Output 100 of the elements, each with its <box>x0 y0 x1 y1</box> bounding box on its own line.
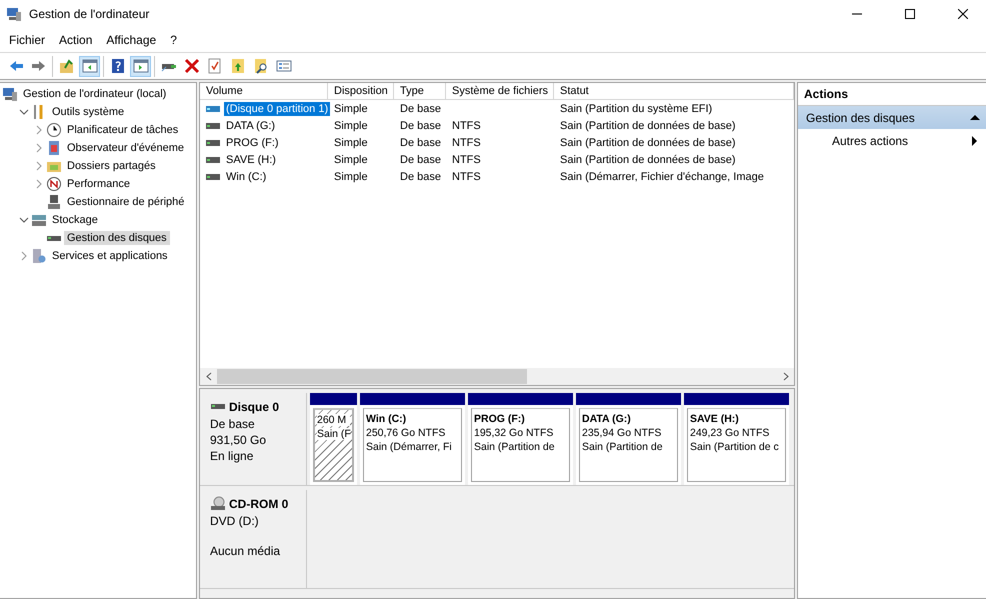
table-cell-text: De base <box>399 136 442 150</box>
triangle-up-icon <box>970 113 980 122</box>
partition-size: 235,94 Go NTFS <box>582 427 662 439</box>
table-cell[interactable]: DATA (G:) <box>224 118 278 132</box>
table-cell-text: Sain (Partition de données de base) <box>559 136 737 150</box>
partition-header-bar <box>310 393 357 405</box>
disk-status: Aucun média <box>210 544 282 558</box>
tree-item[interactable]: Services et applications <box>49 249 171 263</box>
table-cell-text: De base <box>399 118 442 134</box>
window-title: Gestion de l'ordinateur <box>29 7 150 21</box>
menu-item[interactable]: Fichier <box>2 29 52 51</box>
folder-up-icon <box>58 58 74 74</box>
table-cell[interactable]: PROG (F:) <box>224 136 281 150</box>
partition-name: PROG (F:) <box>474 413 526 425</box>
table-cell-text: Simple <box>333 118 369 134</box>
table-cell-text: Sain (Partition du système EFI) <box>559 102 714 116</box>
storage-icon <box>31 212 47 228</box>
tree-item[interactable]: Stockage <box>49 213 101 227</box>
partition-status: Sain (F <box>317 428 350 440</box>
table-cell-text: NTFS <box>451 152 482 168</box>
column-header[interactable]: Statut <box>554 83 794 100</box>
tree-item[interactable]: Observateur d'événeme <box>64 141 188 155</box>
disk-name: Disque 0 <box>210 399 306 415</box>
pane-toggle-icon <box>132 58 148 74</box>
disk-detail: De base <box>210 417 256 431</box>
partition-size: 260 M <box>317 414 350 426</box>
tree-item[interactable]: Gestion de l'ordinateur (local) <box>20 87 170 101</box>
partition-block[interactable]: DATA (G:) 235,94 Go NTFS Sain (Partition de <box>576 393 681 485</box>
menu-item[interactable]: ? <box>163 29 184 51</box>
table-cell-text: Simple <box>333 170 369 184</box>
clock-icon <box>46 122 62 138</box>
close-icon <box>958 9 968 19</box>
partition-block[interactable]: 260 M Sain (F <box>310 393 357 485</box>
action-section-header[interactable]: Gestion des disques <box>798 106 986 129</box>
scroll-right-icon <box>782 372 790 381</box>
partition-block[interactable]: SAVE (H:) 249,23 Go NTFS Sain (Partition de c <box>684 393 789 485</box>
tree-item[interactable]: Dossiers partagés <box>64 159 159 173</box>
partition-block[interactable]: PROG (F:) 195,32 Go NTFS Sain (Partition de <box>468 393 573 485</box>
menu-item[interactable]: Affichage <box>99 29 164 51</box>
disc-icon <box>210 496 226 512</box>
table-cell[interactable]: (Disque 0 partition 1) <box>224 102 330 116</box>
triangle-right-icon <box>971 136 978 146</box>
folder-search-icon <box>252 58 268 74</box>
partition-size: 249,23 Go NTFS <box>690 427 770 439</box>
table-cell[interactable]: Win (C:) <box>224 170 268 184</box>
table-cell-text: De base <box>399 170 442 184</box>
tree-item[interactable]: Gestion des disques <box>64 231 170 245</box>
list-icon <box>276 58 292 74</box>
back-arrow-icon <box>8 58 24 74</box>
partition-block[interactable]: Win (C:) 250,76 Go NTFS Sain (Démarrer, Fi <box>360 393 465 485</box>
column-header[interactable]: Type <box>394 83 446 100</box>
forward-arrow-icon <box>30 58 46 74</box>
action-label: Autres actions <box>832 134 908 148</box>
table-cell-text: Sain (Partition de données de base) <box>559 118 737 134</box>
tree-item[interactable]: Gestionnaire de périphé <box>64 195 188 209</box>
table-cell-text: Sain (Démarrer, Fichier d'échange, Image <box>559 170 765 184</box>
section-title: Gestion des disques <box>806 110 915 124</box>
action-item[interactable]: Autres actions <box>798 129 986 153</box>
maximize-icon <box>905 9 915 19</box>
disk-name: CD-ROM 0 <box>210 496 306 512</box>
toolbar-button[interactable] <box>130 56 151 76</box>
column-header[interactable]: Système de fichiers <box>446 83 554 100</box>
partition-status: Sain (Démarrer, Fi <box>366 441 453 453</box>
partition-size: 195,32 Go NTFS <box>474 427 554 439</box>
delete-icon <box>184 58 200 74</box>
toolbar-button[interactable] <box>79 56 100 76</box>
column-header[interactable]: Disposition <box>328 83 394 100</box>
table-cell-text: Simple <box>333 136 369 150</box>
table-cell-text: Sain (Partition de données de base) <box>559 152 737 168</box>
table-cell-text: De base <box>399 102 442 116</box>
device-icon <box>46 194 62 210</box>
partition-name: DATA (G:) <box>582 413 632 425</box>
partition-name: SAVE (H:) <box>690 413 740 425</box>
tree-item[interactable]: Performance <box>64 177 133 191</box>
tree-item[interactable]: Outils système <box>49 105 128 119</box>
table-cell[interactable]: SAVE (H:) <box>224 152 278 166</box>
partition-status: Sain (Partition de <box>474 441 556 453</box>
scrollbar-thumb[interactable] <box>217 369 527 384</box>
partition-status: Sain (Partition de c <box>690 441 780 453</box>
checked-page-icon <box>206 58 222 74</box>
table-cell-text: De base <box>399 152 442 168</box>
disk-detail: DVD (D:) <box>210 514 260 528</box>
pane-title: Actions <box>804 87 848 101</box>
table-cell-text: Simple <box>333 102 369 116</box>
tree-item[interactable]: Planificateur de tâches <box>64 123 182 137</box>
pane-toggle-icon <box>82 58 98 74</box>
table-cell-text: NTFS <box>451 170 482 184</box>
table-cell-text: Simple <box>333 152 369 168</box>
disk-detail: En ligne <box>210 449 254 463</box>
table-cell-text: NTFS <box>451 118 482 134</box>
menu-item[interactable]: Action <box>52 29 100 51</box>
computer-icon <box>6 6 22 22</box>
partition-size: 250,76 Go NTFS <box>366 427 446 439</box>
disk-detail: 931,50 Go <box>210 433 268 447</box>
partition-name: Win (C:) <box>366 413 408 425</box>
horizontal-scrollbar[interactable] <box>200 368 794 385</box>
help-icon <box>110 58 126 74</box>
scroll-left-icon <box>204 372 212 381</box>
table-cell-text: NTFS <box>451 136 482 150</box>
column-header[interactable]: Volume <box>200 83 328 100</box>
